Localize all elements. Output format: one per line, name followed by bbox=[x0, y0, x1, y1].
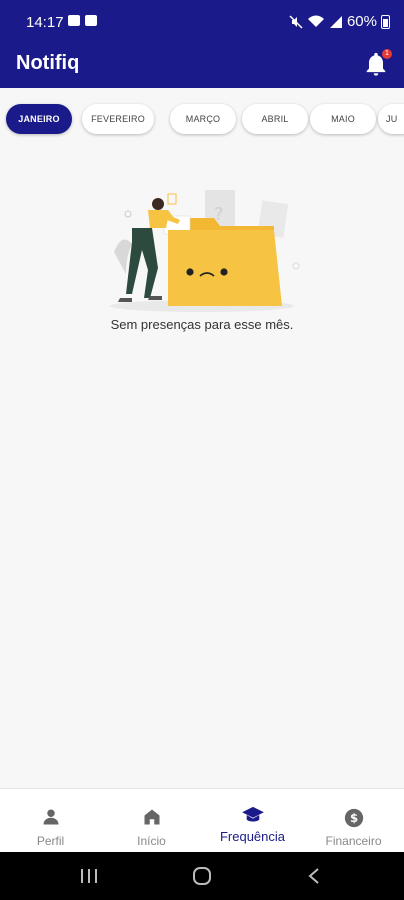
signal-icon bbox=[329, 15, 342, 28]
tab-fevereiro[interactable]: FEVEREIRO bbox=[82, 104, 154, 134]
battery-icon bbox=[381, 14, 390, 29]
status-notification-icons bbox=[68, 15, 97, 26]
nav-perfil-label: Perfil bbox=[36, 834, 65, 848]
tab-janeiro[interactable]: JANEIRO bbox=[6, 104, 72, 134]
nav-frequencia-label: Frequência bbox=[219, 829, 286, 844]
nav-perfil[interactable]: Perfil bbox=[0, 789, 101, 853]
home-icon bbox=[144, 809, 159, 825]
nav-financeiro[interactable]: $ Financeiro bbox=[303, 789, 404, 853]
mute-icon bbox=[289, 14, 303, 29]
tab-junho[interactable]: JU bbox=[378, 104, 404, 134]
month-tabs: JANEIRO FEVEREIRO MARÇO ABRIL MAIO JU bbox=[0, 88, 404, 148]
status-time: 14:17 bbox=[26, 14, 64, 31]
svg-text:$: $ bbox=[349, 811, 357, 825]
empty-message: Sem presenças para esse mês. bbox=[110, 317, 294, 332]
app-bar: Notifiq 1 bbox=[0, 44, 404, 88]
nav-frequencia[interactable]: Frequência bbox=[202, 789, 303, 853]
app-title: Notifiq bbox=[16, 52, 80, 74]
nav-inicio[interactable]: Início bbox=[101, 789, 202, 853]
home-button-icon[interactable] bbox=[192, 866, 212, 886]
recent-apps-icon[interactable] bbox=[80, 868, 98, 884]
bottom-nav: Perfil Início Frequência $ Financeiro bbox=[0, 788, 404, 853]
message-icon bbox=[68, 15, 80, 26]
check-icon bbox=[85, 15, 97, 26]
person-icon bbox=[43, 809, 58, 825]
system-nav-bar bbox=[0, 852, 404, 900]
status-bar: 14:17 60% bbox=[0, 0, 404, 44]
tab-maio[interactable]: MAIO bbox=[310, 104, 376, 134]
empty-folder-illustration: ? bbox=[110, 190, 300, 312]
tab-marco[interactable]: MARÇO bbox=[170, 104, 236, 134]
dollar-icon: $ bbox=[344, 808, 363, 828]
notification-badge: 1 bbox=[382, 49, 392, 59]
battery-percent: 60% bbox=[346, 13, 377, 30]
nav-financeiro-label: Financeiro bbox=[325, 834, 382, 848]
back-icon[interactable] bbox=[308, 868, 320, 884]
graduation-cap-icon bbox=[241, 806, 264, 822]
nav-inicio-label: Início bbox=[137, 834, 166, 848]
status-right: 60% bbox=[289, 13, 390, 30]
tab-abril[interactable]: ABRIL bbox=[242, 104, 308, 134]
wifi-icon bbox=[307, 15, 324, 27]
